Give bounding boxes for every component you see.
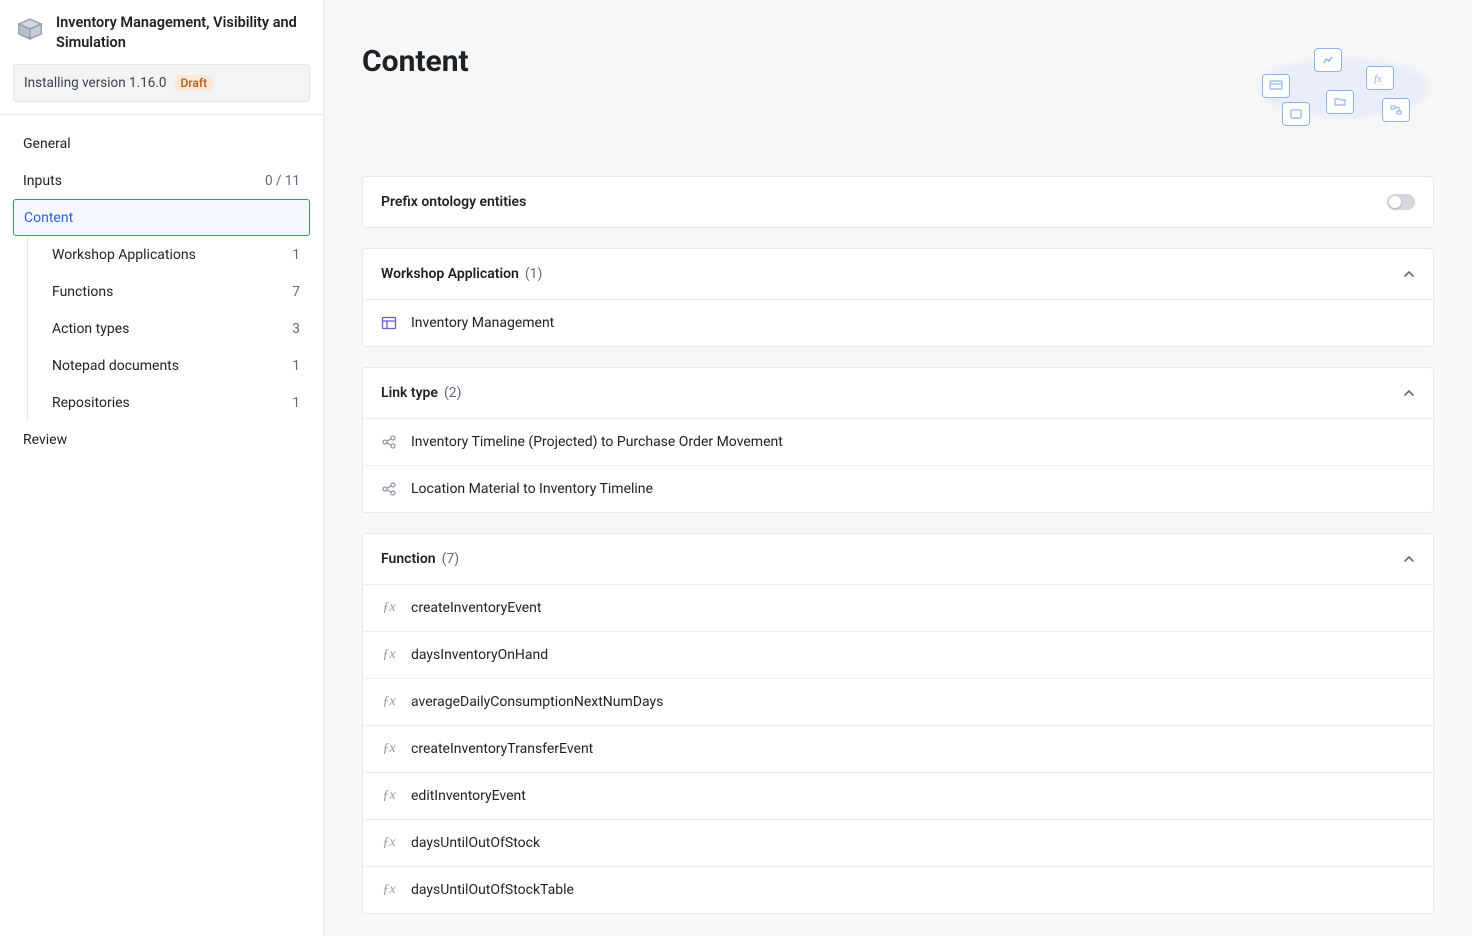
function-item[interactable]: ƒx createInventoryTransferEvent <box>363 725 1433 772</box>
function-icon: ƒx <box>381 741 397 757</box>
count: 1 <box>292 358 300 374</box>
function-item[interactable]: ƒx createInventoryEvent <box>363 584 1433 631</box>
item-label: daysUntilOutOfStock <box>411 835 540 851</box>
label: Workshop Applications <box>52 247 196 263</box>
package-icon <box>14 13 46 45</box>
item-label: Inventory Management <box>411 315 554 331</box>
section-title: Workshop Application <box>381 266 519 282</box>
link-icon <box>381 481 397 497</box>
count: 1 <box>292 395 300 411</box>
hero-tile-icon <box>1282 102 1310 126</box>
function-item[interactable]: ƒx daysUntilOutOfStock <box>363 819 1433 866</box>
item-label: Location Material to Inventory Timeline <box>411 481 653 497</box>
item-label: daysInventoryOnHand <box>411 647 548 663</box>
link-type-item[interactable]: Location Material to Inventory Timeline <box>363 465 1433 512</box>
page-header: Content fx <box>362 0 1434 124</box>
section-count: (2) <box>444 385 462 401</box>
item-label: createInventoryTransferEvent <box>411 741 593 757</box>
prefix-ontology-toggle[interactable] <box>1387 194 1415 210</box>
hero-tile-icon: fx <box>1366 66 1394 90</box>
prefix-ontology-card: Prefix ontology entities <box>362 176 1434 228</box>
item-label: Inventory Timeline (Projected) to Purcha… <box>411 434 783 450</box>
version-label: Installing version 1.16.0 <box>24 75 167 91</box>
page-title: Content <box>362 44 469 79</box>
function-icon: ƒx <box>381 600 397 616</box>
function-item[interactable]: ƒx averageDailyConsumptionNextNumDays <box>363 678 1433 725</box>
label: Action types <box>52 321 129 337</box>
function-icon: ƒx <box>381 647 397 663</box>
section-header[interactable]: Function (7) <box>363 534 1433 584</box>
nav-repositories[interactable]: Repositories 1 <box>30 384 310 421</box>
hero-tile-icon <box>1382 98 1410 122</box>
package-title: Inventory Management, Visibility and Sim… <box>56 13 309 52</box>
chevron-up-icon[interactable] <box>1403 268 1415 280</box>
nav-general-label: General <box>23 136 71 152</box>
nav-functions[interactable]: Functions 7 <box>30 273 310 310</box>
sidebar-nav: General Inputs 0 / 11 Content Workshop A… <box>0 114 323 458</box>
hero-tile-icon <box>1314 48 1342 72</box>
chevron-up-icon[interactable] <box>1403 553 1415 565</box>
count: 3 <box>292 321 300 337</box>
nav-content-label: Content <box>24 210 73 226</box>
sidebar-header: Inventory Management, Visibility and Sim… <box>0 0 323 64</box>
link-type-section: Link type (2) Inventory Timeline (Projec… <box>362 367 1434 513</box>
hero-graphic: fx <box>1254 44 1434 124</box>
section-count: (7) <box>442 551 460 567</box>
nav-content[interactable]: Content <box>13 199 310 236</box>
nav-general[interactable]: General <box>13 125 310 162</box>
hero-tile-icon <box>1262 74 1290 98</box>
section-header[interactable]: Workshop Application (1) <box>363 249 1433 299</box>
label: Repositories <box>52 395 130 411</box>
item-label: averageDailyConsumptionNextNumDays <box>411 694 663 710</box>
count: 1 <box>292 247 300 263</box>
function-icon: ƒx <box>381 882 397 898</box>
nav-inputs-count: 0 / 11 <box>265 173 300 189</box>
nav-review[interactable]: Review <box>13 421 310 458</box>
label: Functions <box>52 284 113 300</box>
section-title: Link type <box>381 385 438 401</box>
item-label: daysUntilOutOfStockTable <box>411 882 574 898</box>
link-type-item[interactable]: Inventory Timeline (Projected) to Purcha… <box>363 418 1433 465</box>
section-title: Function <box>381 551 436 567</box>
workshop-application-section: Workshop Application (1) Inventory Manag… <box>362 248 1434 347</box>
count: 7 <box>292 284 300 300</box>
nav-inputs-label: Inputs <box>23 173 62 189</box>
prefix-ontology-label: Prefix ontology entities <box>381 194 526 210</box>
function-section: Function (7) ƒx createInventoryEvent ƒx … <box>362 533 1434 914</box>
function-item[interactable]: ƒx editInventoryEvent <box>363 772 1433 819</box>
nav-notepad-documents[interactable]: Notepad documents 1 <box>30 347 310 384</box>
hero-tile-icon <box>1326 90 1354 114</box>
workshop-item[interactable]: Inventory Management <box>363 299 1433 346</box>
function-icon: ƒx <box>381 835 397 851</box>
function-item[interactable]: ƒx daysInventoryOnHand <box>363 631 1433 678</box>
section-header[interactable]: Link type (2) <box>363 368 1433 418</box>
sidebar: Inventory Management, Visibility and Sim… <box>0 0 324 936</box>
nav-content-children: Workshop Applications 1 Functions 7 Acti… <box>27 236 310 421</box>
main-content: Content fx Prefix ontolog <box>324 0 1472 936</box>
function-icon: ƒx <box>381 694 397 710</box>
nav-inputs[interactable]: Inputs 0 / 11 <box>13 162 310 199</box>
function-item[interactable]: ƒx daysUntilOutOfStockTable <box>363 866 1433 913</box>
svg-text:fx: fx <box>1374 73 1382 84</box>
item-label: editInventoryEvent <box>411 788 526 804</box>
chevron-up-icon[interactable] <box>1403 387 1415 399</box>
draft-badge: Draft <box>175 75 214 91</box>
workshop-icon <box>381 315 397 331</box>
link-icon <box>381 434 397 450</box>
nav-action-types[interactable]: Action types 3 <box>30 310 310 347</box>
nav-workshop-applications[interactable]: Workshop Applications 1 <box>30 236 310 273</box>
label: Notepad documents <box>52 358 179 374</box>
version-box[interactable]: Installing version 1.16.0 Draft <box>13 64 310 102</box>
section-count: (1) <box>525 266 543 282</box>
function-icon: ƒx <box>381 788 397 804</box>
nav-review-label: Review <box>23 432 67 448</box>
item-label: createInventoryEvent <box>411 600 542 616</box>
